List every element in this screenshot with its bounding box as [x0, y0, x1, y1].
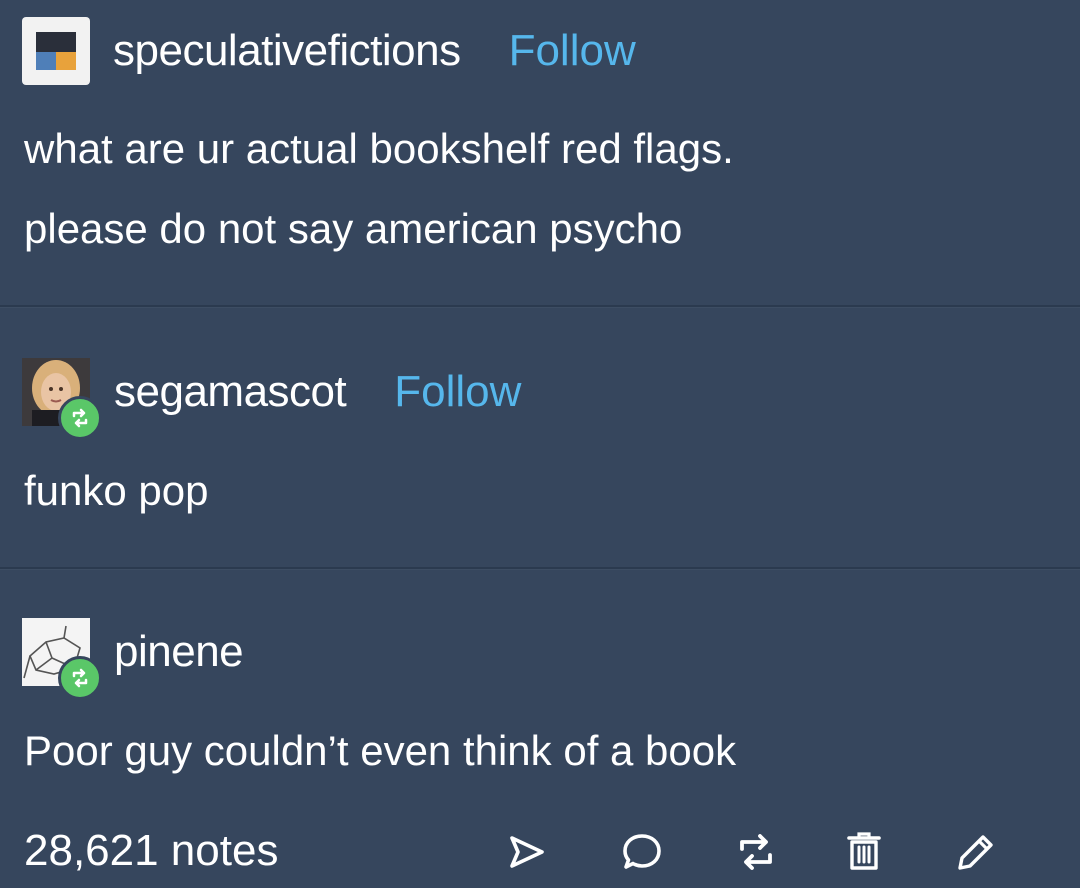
blog-username[interactable]: speculativefictions — [113, 26, 461, 76]
follow-button[interactable]: Follow — [509, 26, 636, 76]
blog-avatar-icon — [22, 17, 90, 85]
reply-icon[interactable] — [616, 826, 668, 878]
post-header: speculativefictions Follow — [22, 16, 636, 86]
delete-icon[interactable] — [838, 826, 890, 878]
reblog-badge-icon — [58, 396, 102, 440]
post-footer: 28,621 notes — [0, 818, 1080, 884]
reblog-text: Poor guy couldn’t even think of a book — [24, 727, 737, 774]
reblog-text: funko pop — [24, 467, 209, 514]
reblog-badge-icon — [58, 656, 102, 700]
share-icon[interactable] — [500, 826, 552, 878]
blog-avatar[interactable] — [22, 17, 90, 85]
notes-count[interactable]: 28,621 notes — [24, 818, 278, 884]
post-text-line-2: please do not say american psycho — [24, 205, 683, 252]
reblog-segamascot: segamascot Follow funko pop — [0, 307, 1080, 567]
reblog-header: segamascot Follow — [22, 357, 521, 440]
original-post: speculativefictions Follow what are ur a… — [0, 0, 1080, 305]
tumblr-post: speculativefictions Follow what are ur a… — [0, 0, 1080, 888]
reblog-pinene: pinene Poor guy couldn’t even think of a… — [0, 569, 1080, 814]
reblog-username[interactable]: segamascot — [114, 367, 347, 417]
post-text-line-1: what are ur actual bookshelf red flags. — [24, 125, 734, 172]
reblog-header: pinene — [22, 617, 244, 700]
follow-button[interactable]: Follow — [394, 367, 521, 417]
reblog-avatar[interactable] — [22, 358, 102, 440]
reblog-icon[interactable] — [730, 826, 782, 878]
edit-icon[interactable] — [950, 826, 1002, 878]
reblog-avatar[interactable] — [22, 618, 102, 700]
reblog-username[interactable]: pinene — [114, 627, 244, 677]
